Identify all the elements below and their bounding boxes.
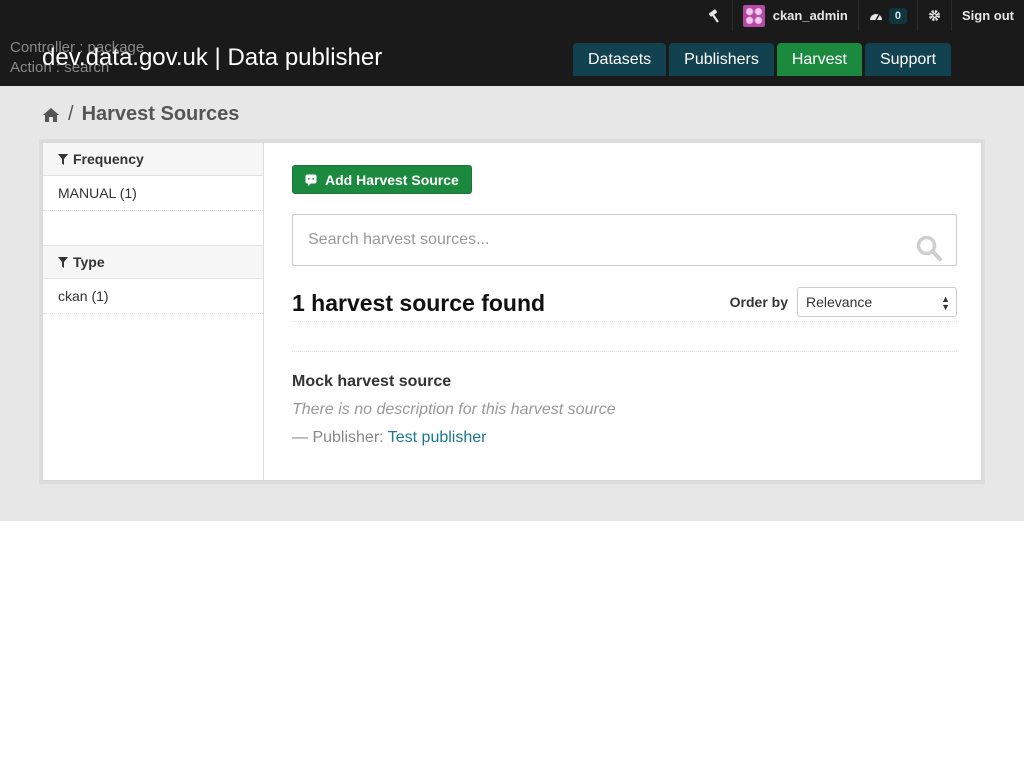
main-content: Add Harvest Source 1 harvest source foun… (292, 165, 957, 322)
add-harvest-source-button[interactable]: Add Harvest Source (292, 165, 472, 194)
results-divider (292, 351, 957, 352)
order-by-value: Relevance (806, 294, 873, 310)
facet-title-frequency: Frequency (43, 143, 263, 176)
list-item: Mock harvest source There is no descript… (292, 373, 957, 447)
publisher-link[interactable]: Test publisher (388, 429, 487, 446)
facet-title-label: Frequency (73, 151, 144, 167)
facet-title-type: Type (43, 246, 263, 279)
add-source-icon (305, 174, 317, 186)
avatar (742, 4, 765, 27)
activity-count-badge: 0 (888, 7, 907, 24)
hammer-icon (708, 8, 722, 23)
breadcrumb-separator: / (68, 103, 74, 125)
facet-item-ckan[interactable]: ckan (1) (43, 279, 263, 314)
content-wrapper: Frequency MANUAL (1) Type ckan (1) Add H… (42, 142, 982, 481)
filter-icon (58, 153, 68, 165)
harvest-source-title[interactable]: Mock harvest source (292, 373, 957, 391)
harvest-source-description: There is no description for this harvest… (292, 401, 616, 418)
add-harvest-source-label: Add Harvest Source (325, 171, 459, 188)
masthead: ckan_admin 0 Sign out Controller : packa… (0, 0, 1024, 86)
nav-harvest[interactable]: Harvest (776, 43, 862, 76)
search-icon[interactable] (916, 235, 942, 261)
order-by-select[interactable]: Relevance ▲ ▼ (797, 287, 957, 317)
harvest-source-publisher: — Publisher: Test publisher (292, 429, 957, 447)
results-header: 1 harvest source found Order by Relevanc… (292, 287, 957, 322)
facet-item-manual[interactable]: MANUAL (1) (43, 176, 263, 211)
nav-publishers[interactable]: Publishers (669, 43, 774, 76)
user-link[interactable]: ckan_admin (731, 0, 858, 31)
username: ckan_admin (772, 8, 848, 23)
settings-link[interactable] (917, 0, 951, 31)
nav-datasets[interactable]: Datasets (573, 43, 667, 76)
search-input[interactable] (293, 215, 956, 265)
select-arrows-icon: ▲ ▼ (941, 294, 950, 312)
facet-spacer (43, 211, 263, 246)
sign-out-link[interactable]: Sign out (951, 0, 1024, 31)
result-count: 1 harvest source found (292, 290, 546, 316)
filter-icon (58, 256, 68, 268)
account-bar: ckan_admin 0 Sign out (698, 0, 1024, 31)
nav-support[interactable]: Support (864, 43, 952, 76)
gear-icon (928, 9, 941, 22)
main-nav: Datasets Publishers Harvest Support (573, 43, 952, 76)
home-icon[interactable] (42, 107, 60, 123)
search-box (292, 214, 957, 266)
site-title[interactable]: dev.data.gov.uk | Data publisher (42, 44, 382, 72)
dashboard-icon (869, 10, 883, 22)
dashboard-link[interactable]: 0 (857, 0, 917, 31)
order-by-label: Order by (729, 294, 788, 310)
breadcrumb-current[interactable]: Harvest Sources (82, 103, 240, 126)
sysadmin-link[interactable] (698, 0, 732, 31)
facet-sidebar: Frequency MANUAL (1) Type ckan (1) (43, 143, 264, 480)
order-by: Order by Relevance ▲ ▼ (730, 287, 957, 317)
facet-title-label: Type (73, 254, 105, 270)
publisher-prefix: — Publisher: (292, 429, 384, 446)
sign-out-label: Sign out (962, 8, 1014, 23)
breadcrumb: / Harvest Sources (42, 103, 239, 126)
